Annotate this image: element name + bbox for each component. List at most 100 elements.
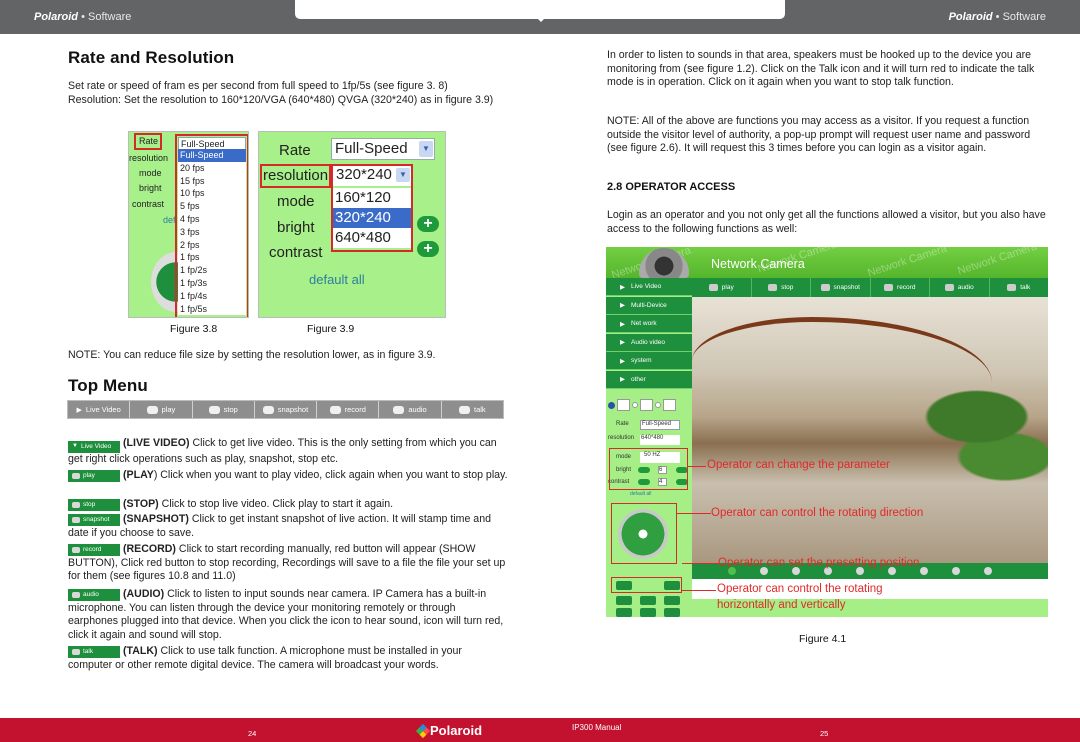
vertical-cruise-button[interactable] — [616, 596, 632, 605]
camera-toolbar-record[interactable]: record — [871, 278, 930, 297]
ir-off-button[interactable] — [640, 608, 656, 617]
staircase-rail — [692, 317, 992, 427]
menu-description: snapshot (SNAPSHOT) Click to get instant … — [68, 513, 508, 540]
menu-item-stop[interactable]: stop — [193, 401, 255, 418]
camera-sidebar-item[interactable]: ▶ Live Video — [606, 278, 692, 296]
camera-sidebar-item[interactable]: ▶ Audio video — [606, 333, 692, 352]
annotation-rotating: Operator can control the rotating — [717, 583, 883, 595]
resolution-select[interactable]: 640*480 — [640, 435, 680, 445]
preset-position-button[interactable] — [920, 567, 928, 575]
menu-item-audio[interactable]: audio — [379, 401, 442, 418]
rate-label: Rate — [616, 421, 629, 427]
layout-4-radio[interactable] — [632, 402, 638, 408]
camera-toolbar-snapshot[interactable]: snapshot — [811, 278, 871, 297]
chip-label: record — [83, 546, 102, 554]
description-title: (SNAPSHOT) — [123, 513, 189, 525]
rate-select[interactable]: Full-Speed — [640, 420, 680, 430]
menu-description: play (PLAY) Click when you want to play v… — [68, 469, 508, 483]
brand-left: Polaroid • Software — [34, 11, 131, 23]
default-all-partial: def — [163, 215, 176, 225]
chip-label: talk — [83, 648, 94, 656]
speakers-text: In order to listen to sounds in that are… — [607, 49, 1035, 89]
layout-9-icon — [663, 399, 676, 411]
menu-description: ▼ Live Video (LIVE VIDEO) Click to get liv… — [68, 437, 508, 466]
menu-item-talk[interactable]: talk — [442, 401, 503, 418]
chip-label: snapshot — [83, 516, 110, 524]
stop-cruise-button[interactable] — [664, 596, 680, 605]
triangle-down-icon: ▼ — [72, 443, 78, 449]
highlight-box — [609, 448, 688, 490]
sidebar-item-label: other — [631, 375, 646, 383]
annotation-horizontal-vertical: horizontally and vertically — [717, 599, 846, 611]
camera-toolbar: play stop snapshot record audio talk — [692, 278, 1048, 297]
camera-sidebar: ▶ Live Video ▶ Multi-Device ▶ Net work ▶ Audio … — [606, 278, 692, 389]
menu-item-label: record — [344, 405, 366, 414]
camera-toolbar-talk[interactable]: talk — [990, 278, 1049, 297]
description-title: (AUDIO) — [123, 588, 165, 600]
record-icon — [329, 405, 341, 414]
camera-sidebar-item[interactable]: ▶ system — [606, 352, 692, 370]
play-triangle-icon: ▶ — [76, 406, 82, 414]
highlight-box — [331, 164, 413, 252]
menu-description: audio (AUDIO) Click to listen to input so… — [68, 588, 508, 642]
figure-3-9: Rate Full-Speed ▼ resolution mode bright… — [258, 131, 446, 318]
menu-item-snapshot[interactable]: snapshot — [255, 401, 318, 418]
camera-icon — [820, 284, 830, 291]
sidebar-item-label: Audio video — [631, 338, 665, 346]
preset-position-button[interactable] — [984, 567, 992, 575]
flip-button[interactable] — [664, 608, 680, 617]
record-icon — [72, 547, 80, 553]
description-title: (TALK) — [123, 645, 158, 657]
camera-toolbar-stop[interactable]: stop — [752, 278, 811, 297]
camera-sidebar-item[interactable]: ▶ other — [606, 370, 692, 389]
brand-suffix: • Software — [995, 11, 1046, 23]
menu-description: talk (TALK) Click to use talk function. A… — [68, 645, 508, 672]
play-triangle-icon: ▶ — [620, 339, 625, 346]
menu-item-live-video[interactable]: ▶ Live Video — [68, 401, 131, 418]
default-all-link[interactable]: default all — [309, 272, 365, 287]
page-footer: 24 Polaroid IP300 Manual 25 — [0, 718, 1080, 742]
menu-item-label: snapshot — [277, 405, 309, 414]
layout-selector[interactable] — [608, 397, 690, 413]
page-number-left: 24 — [248, 729, 257, 738]
menu-item-label: Live Video — [85, 405, 121, 414]
chip-label: play — [83, 472, 95, 480]
microphone-icon — [1007, 284, 1017, 291]
highlight-box — [611, 503, 677, 564]
bright-label: bright — [277, 219, 315, 236]
manual-title: IP300 Manual — [572, 723, 622, 732]
bright-plus-button[interactable]: + — [417, 216, 439, 232]
contrast-plus-button[interactable]: + — [417, 241, 439, 257]
toolbar-label: audio — [957, 284, 974, 291]
toolbar-label: play — [721, 284, 734, 291]
chip-label: stop — [83, 501, 96, 509]
chip-stop: stop — [68, 499, 120, 511]
layout-1-radio[interactable] — [608, 401, 615, 409]
menu-item-play[interactable]: play — [130, 401, 193, 418]
camera-toolbar-audio[interactable]: audio — [930, 278, 990, 297]
play-triangle-icon: ▶ — [620, 320, 625, 328]
default-all-link[interactable]: default all — [630, 491, 651, 497]
headphones-icon — [72, 592, 80, 598]
camera-toolbar-play[interactable]: play — [692, 278, 752, 297]
horizontal-cruise-button[interactable] — [640, 596, 656, 605]
ir-on-button[interactable] — [616, 608, 632, 617]
figure-caption: Figure 3.8 — [170, 323, 218, 335]
play-icon — [708, 284, 718, 291]
note-text: NOTE: You can reduce file size by settin… — [68, 349, 436, 361]
camera-sidebar-item[interactable]: ▶ Multi-Device — [606, 296, 692, 315]
annotation-line — [688, 466, 706, 467]
menu-item-label: talk — [473, 405, 486, 414]
chip-label: audio — [83, 591, 99, 599]
menu-description: record (RECORD) Click to start recording … — [68, 543, 508, 584]
preset-position-button[interactable] — [952, 567, 960, 575]
rate-select[interactable]: Full-Speed ▼ — [331, 138, 435, 160]
figure-3-8: Rate resolution mode bright contrast def… — [128, 131, 249, 318]
menu-item-record[interactable]: record — [317, 401, 380, 418]
menu-item-label: audio — [408, 405, 427, 414]
header-notch — [537, 18, 545, 22]
camera-sidebar-item[interactable]: ▶ Net work — [606, 315, 692, 333]
layout-9-radio[interactable] — [655, 402, 661, 408]
top-menu-bar: ▶ Live Video play stop snapshot record audio ta… — [67, 400, 504, 419]
brand-name: Polaroid — [34, 11, 79, 23]
